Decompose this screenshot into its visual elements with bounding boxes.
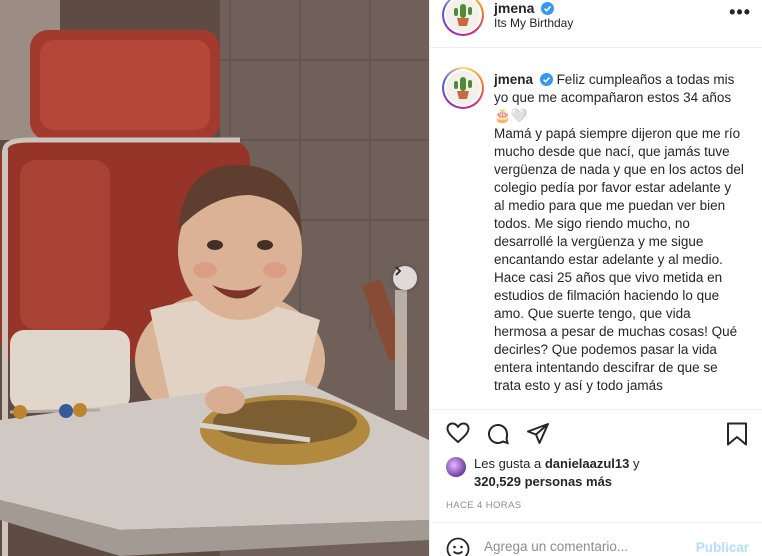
caption-avatar[interactable] [446,71,480,105]
verified-badge-icon [539,73,553,86]
more-options-button[interactable]: ••• [729,2,751,23]
verified-badge-icon [541,2,555,15]
likes-prefix: Les gusta a [474,456,542,471]
chevron-right-icon [395,266,402,276]
post-panel: jmena Its My Birthday ••• jmena Feliz cu… [429,0,762,556]
bookmark-icon [727,422,747,446]
share-icon [527,423,549,444]
caption-area: jmena Feliz cumpleaños a todas mis yo qu… [430,49,762,409]
share-button[interactable] [526,422,550,451]
comment-icon [488,424,509,445]
liker-username[interactable]: danielaazul13 [545,456,630,471]
next-photo-button[interactable] [393,266,417,290]
baby-photo-illustration [0,0,429,556]
caption-line-3: Hace casi 25 años que vivo metida en est… [494,270,738,393]
header-username[interactable]: jmena [494,0,555,16]
heart-icon [446,422,470,444]
caption-story-ring[interactable] [442,67,484,109]
liker-avatar[interactable] [446,457,466,477]
like-button[interactable] [446,422,470,449]
emoji-icon[interactable] [446,537,470,556]
header-username-text[interactable]: jmena [494,0,534,16]
post-header: jmena Its My Birthday ••• [430,0,762,48]
comment-input[interactable] [484,539,684,554]
cactus-avatar-icon [454,4,472,26]
caption-line-2: Mamá y papá siempre dijeron que me río m… [494,126,744,267]
likes-connector: y [633,456,640,471]
story-ring[interactable] [442,0,484,36]
avatar[interactable] [446,0,480,32]
caption-username[interactable]: jmena [494,72,533,87]
action-bar [430,409,762,459]
save-button[interactable] [726,422,748,451]
comment-bar: Publicar [430,522,762,556]
post-photo[interactable] [0,0,429,556]
comment-button[interactable] [486,422,510,451]
post-location[interactable]: Its My Birthday [494,16,573,30]
likes-count[interactable]: 320,529 personas más [474,474,612,489]
publish-button[interactable]: Publicar [696,540,749,555]
cactus-avatar-icon [454,77,472,99]
post-timestamp[interactable]: HACE 4 HORAS [446,500,522,511]
caption-text: jmena Feliz cumpleaños a todas mis yo qu… [494,71,744,395]
likes-text: Les gusta a danielaazul13 y 320,529 pers… [474,455,744,491]
